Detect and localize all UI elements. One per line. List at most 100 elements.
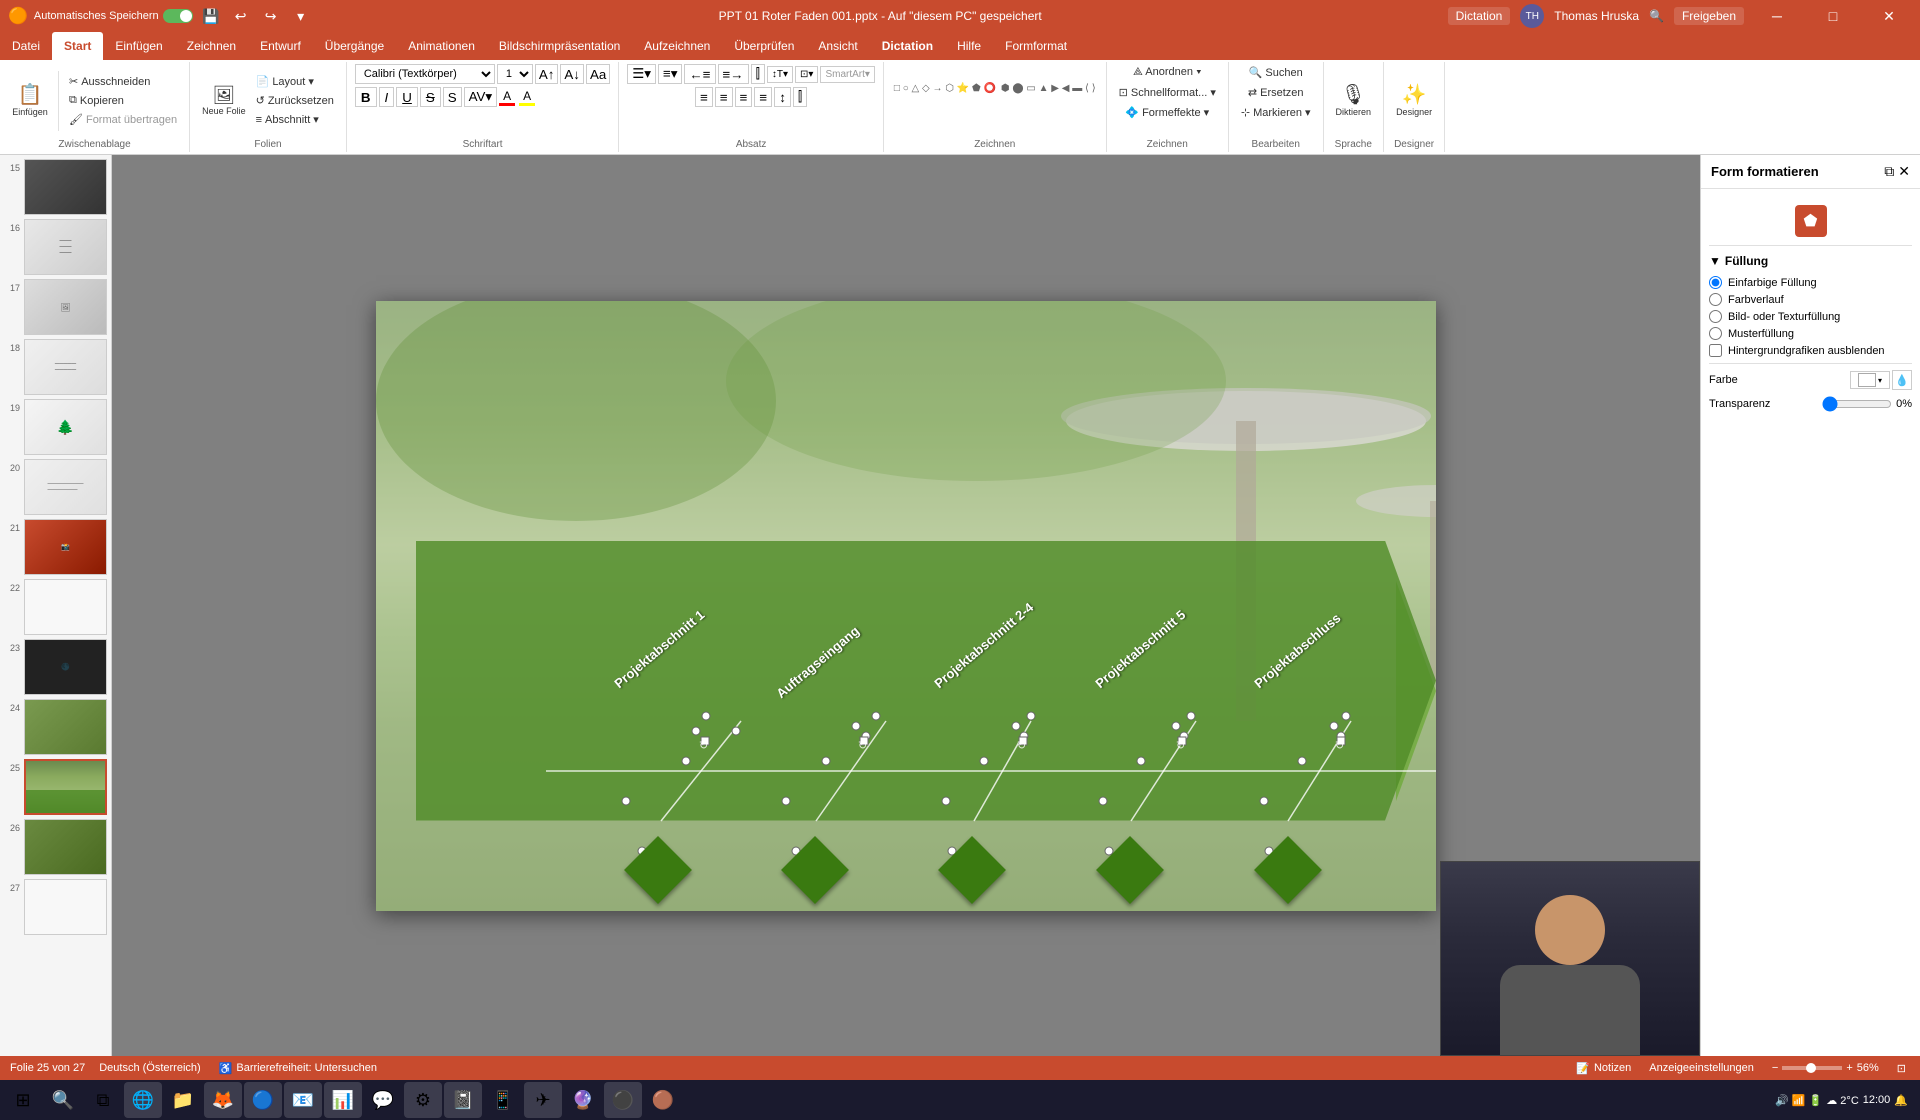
minimize-btn[interactable]: ─ bbox=[1754, 0, 1800, 32]
ausschneiden-btn[interactable]: ✂ Ausschneiden bbox=[65, 73, 181, 90]
app-viber-btn[interactable]: 📱 bbox=[484, 1082, 522, 1118]
notizen-btn[interactable]: 📝 Notizen bbox=[1572, 1061, 1635, 1076]
option-farbverlauf[interactable]: Farbverlauf bbox=[1709, 293, 1912, 306]
fit-btn[interactable]: ⊡ bbox=[1893, 1061, 1910, 1076]
dictation-btn[interactable]: Dictation bbox=[1448, 7, 1511, 25]
close-btn[interactable]: ✕ bbox=[1866, 0, 1912, 32]
canvas-area[interactable]: Projektabschnitt 1 Auftragseingang Proje… bbox=[112, 155, 1700, 1056]
panel-close-btn[interactable]: ✕ bbox=[1898, 163, 1910, 180]
tab-uebergaenge[interactable]: Übergänge bbox=[313, 32, 396, 60]
settings-btn[interactable]: ⚙ bbox=[404, 1082, 442, 1118]
tab-zeichnen[interactable]: Zeichnen bbox=[175, 32, 248, 60]
tab-dictation[interactable]: Dictation bbox=[870, 32, 945, 60]
highlight-btn[interactable]: A bbox=[519, 89, 535, 106]
italic-btn[interactable]: I bbox=[379, 87, 395, 107]
search-taskbar-btn[interactable]: 🔍 bbox=[44, 1082, 82, 1118]
autosave-switch[interactable] bbox=[163, 9, 193, 23]
layout-btn[interactable]: 📄 Layout ▾ bbox=[252, 73, 338, 90]
schnell-btn[interactable]: ⊡ Schnellformat... ▾ bbox=[1115, 84, 1220, 101]
einfuegen-btn[interactable]: 📋 Einfügen bbox=[8, 83, 52, 119]
color-picker-btn[interactable]: ▾ bbox=[1850, 371, 1890, 389]
eyedropper-btn[interactable]: 💧 bbox=[1892, 370, 1912, 390]
num-list-btn[interactable]: ≡▾ bbox=[658, 64, 682, 84]
option-hintergrund[interactable]: Hintergrundgrafiken ausblenden bbox=[1709, 344, 1912, 357]
explorer-btn[interactable]: 📁 bbox=[164, 1082, 202, 1118]
slide-thumb-24[interactable]: 24 bbox=[4, 699, 107, 755]
font-color-btn[interactable]: A bbox=[499, 89, 515, 106]
app-unknown2-btn[interactable]: ⚫ bbox=[604, 1082, 642, 1118]
option-bild[interactable]: Bild- oder Texturfüllung bbox=[1709, 310, 1912, 323]
char-spacing-btn[interactable]: AV▾ bbox=[464, 87, 497, 107]
option-muster[interactable]: Musterfüllung bbox=[1709, 327, 1912, 340]
redo-btn[interactable]: ↪ bbox=[259, 4, 283, 28]
slide-thumb-26[interactable]: 26 bbox=[4, 819, 107, 875]
language-btn[interactable]: Deutsch (Österreich) bbox=[95, 1061, 204, 1075]
align-center-btn[interactable]: ≡ bbox=[715, 87, 733, 107]
more-qat-btn[interactable]: ▾ bbox=[289, 4, 313, 28]
diktieren-btn[interactable]: 🎙 Diktieren bbox=[1332, 83, 1376, 119]
radio-einfarbig[interactable] bbox=[1709, 276, 1722, 289]
zoom-in-icon[interactable]: + bbox=[1846, 1062, 1852, 1074]
slide-thumb-21[interactable]: 21 📸 bbox=[4, 519, 107, 575]
rotate-handle-5[interactable]: ↻ bbox=[1335, 739, 1344, 752]
slide-thumb-18[interactable]: 18 ────────── bbox=[4, 339, 107, 395]
transparenz-slider[interactable] bbox=[1822, 396, 1892, 412]
kopieren-btn[interactable]: ⧉ Kopieren bbox=[65, 92, 181, 109]
app-unknown3-btn[interactable]: 🟤 bbox=[644, 1082, 682, 1118]
restore-btn[interactable]: □ bbox=[1810, 0, 1856, 32]
zoom-slider[interactable] bbox=[1782, 1066, 1842, 1070]
rotate-handle-4[interactable]: ↻ bbox=[1176, 739, 1185, 752]
outlook-btn[interactable]: 📧 bbox=[284, 1082, 322, 1118]
tab-aufzeichnen[interactable]: Aufzeichnen bbox=[632, 32, 722, 60]
col2-btn[interactable]: ⫿ bbox=[793, 87, 807, 107]
ansicht-btn[interactable]: Anzeigeeinstellungen bbox=[1645, 1061, 1758, 1075]
increase-font-btn[interactable]: A↑ bbox=[535, 64, 559, 84]
format-uebertragen-btn[interactable]: 🖌 Format übertragen bbox=[65, 111, 181, 128]
suchen-btn[interactable]: 🔍 Suchen bbox=[1245, 64, 1307, 81]
font-name-select[interactable]: Calibri (Textkörper) bbox=[355, 64, 495, 84]
onenote-btn[interactable]: 📓 bbox=[444, 1082, 482, 1118]
checkbox-hintergrund[interactable] bbox=[1709, 344, 1722, 357]
share-btn[interactable]: Freigeben bbox=[1674, 7, 1744, 25]
slide-canvas[interactable]: Projektabschnitt 1 Auftragseingang Proje… bbox=[376, 301, 1436, 911]
zoom-controls[interactable]: − + 56% bbox=[1768, 1061, 1883, 1075]
tab-entwurf[interactable]: Entwurf bbox=[248, 32, 313, 60]
tab-hilfe[interactable]: Hilfe bbox=[945, 32, 993, 60]
bullet-list-btn[interactable]: ☰▾ bbox=[627, 64, 656, 84]
powerpoint-taskbar-btn[interactable]: 📊 bbox=[324, 1082, 362, 1118]
font-size-select[interactable]: 18 bbox=[497, 64, 533, 84]
app-unknown1-btn[interactable]: 🔮 bbox=[564, 1082, 602, 1118]
slide-thumb-22[interactable]: 22 bbox=[4, 579, 107, 635]
panel-size-btn[interactable]: ⧉ bbox=[1884, 163, 1894, 180]
neue-folie-btn[interactable]: 🖼 Neue Folie bbox=[198, 84, 250, 118]
tab-datei[interactable]: Datei bbox=[0, 32, 52, 60]
tab-start[interactable]: Start bbox=[52, 32, 103, 60]
align-left-btn[interactable]: ≡ bbox=[695, 87, 713, 107]
designer-btn[interactable]: ✨ Designer bbox=[1392, 83, 1436, 119]
tab-animationen[interactable]: Animationen bbox=[396, 32, 487, 60]
smartart-btn[interactable]: SmartArt▾ bbox=[820, 66, 874, 83]
radio-farbverlauf[interactable] bbox=[1709, 293, 1722, 306]
decrease-font-btn[interactable]: A↓ bbox=[560, 64, 584, 84]
firefox-btn[interactable]: 🦊 bbox=[204, 1082, 242, 1118]
rotate-handle-3[interactable]: ↻ bbox=[1017, 739, 1026, 752]
tab-ansicht[interactable]: Ansicht bbox=[806, 32, 869, 60]
save-btn[interactable]: 💾 bbox=[199, 4, 223, 28]
tab-formformat[interactable]: Formformat bbox=[993, 32, 1079, 60]
zoom-out-icon[interactable]: − bbox=[1772, 1062, 1778, 1074]
align-justify-btn[interactable]: ≡ bbox=[754, 87, 772, 107]
slide-thumb-17[interactable]: 17 🖼 bbox=[4, 279, 107, 335]
zuruecksetzen-btn[interactable]: ↺ Zurücksetzen bbox=[252, 92, 338, 109]
start-menu-btn[interactable]: ⊞ bbox=[4, 1082, 42, 1118]
slide-thumb-16[interactable]: 16 —————— bbox=[4, 219, 107, 275]
tab-einfuegen[interactable]: Einfügen bbox=[103, 32, 174, 60]
slide-thumb-27[interactable]: 27 bbox=[4, 879, 107, 935]
slide-thumb-15[interactable]: 15 bbox=[4, 159, 107, 215]
app-telegram-btn[interactable]: ✈ bbox=[524, 1082, 562, 1118]
markieren-btn[interactable]: ⊹ Markieren ▾ bbox=[1237, 104, 1315, 121]
slide-thumb-20[interactable]: 20 ——————————— bbox=[4, 459, 107, 515]
teams-btn[interactable]: 💬 bbox=[364, 1082, 402, 1118]
task-view-btn[interactable]: ⧉ bbox=[84, 1082, 122, 1118]
align-right-btn[interactable]: ≡ bbox=[735, 87, 753, 107]
clear-format-btn[interactable]: Aa bbox=[586, 64, 610, 84]
